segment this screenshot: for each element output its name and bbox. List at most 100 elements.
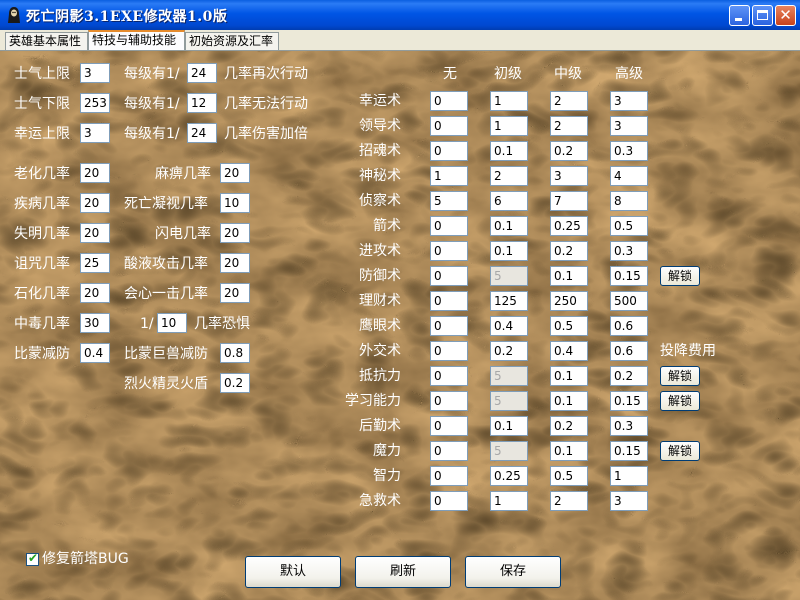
- close-button[interactable]: ✕: [775, 5, 796, 26]
- acid-input[interactable]: 20: [220, 253, 250, 273]
- no-action-input[interactable]: 12: [187, 93, 217, 113]
- skill-value-input[interactable]: 1: [490, 116, 528, 136]
- skill-value-input[interactable]: 0: [430, 266, 468, 286]
- death-stare-input[interactable]: 10: [220, 193, 250, 213]
- skill-value-input[interactable]: 0.4: [490, 316, 528, 336]
- save-button[interactable]: 保存: [465, 556, 561, 588]
- skill-value-input[interactable]: 500: [610, 291, 648, 311]
- skill-value-input[interactable]: 0: [430, 341, 468, 361]
- skill-value-input[interactable]: 0.1: [490, 416, 528, 436]
- firebird-shield-input[interactable]: 0.2: [220, 373, 250, 393]
- skill-value-input[interactable]: 0.5: [550, 466, 588, 486]
- unlock-button[interactable]: 解锁: [660, 366, 700, 386]
- skill-value-input[interactable]: 2: [550, 116, 588, 136]
- fix-bug-checkbox[interactable]: ✔: [26, 551, 39, 566]
- morale-max-input[interactable]: 3: [80, 63, 110, 83]
- skill-value-input[interactable]: 8: [610, 191, 648, 211]
- skill-value-input[interactable]: 7: [550, 191, 588, 211]
- luck-max-input[interactable]: 3: [80, 123, 110, 143]
- skill-value-input[interactable]: 0: [430, 291, 468, 311]
- skill-value-input[interactable]: 0.1: [550, 366, 588, 386]
- skill-value-input[interactable]: 0.15: [610, 391, 648, 411]
- skill-value-input[interactable]: 0.25: [490, 466, 528, 486]
- skill-value-input[interactable]: 4: [610, 166, 648, 186]
- skill-value-input[interactable]: 0: [430, 116, 468, 136]
- skill-value-input[interactable]: 0: [430, 441, 468, 461]
- skill-value-input[interactable]: 0.4: [550, 341, 588, 361]
- morale-min-input[interactable]: 253: [80, 93, 110, 113]
- skill-value-input[interactable]: 0.15: [610, 441, 648, 461]
- fear-input[interactable]: 10: [157, 313, 187, 333]
- unlock-button[interactable]: 解锁: [660, 391, 700, 411]
- behemoth-def-input[interactable]: 0.4: [80, 343, 110, 363]
- ancient-behemoth-def-input[interactable]: 0.8: [220, 343, 250, 363]
- poison-input[interactable]: 30: [80, 313, 110, 333]
- aging-input[interactable]: 20: [80, 163, 110, 183]
- skill-value-input[interactable]: 3: [610, 116, 648, 136]
- skill-value-input[interactable]: 3: [610, 91, 648, 111]
- skill-value-input[interactable]: 0.25: [550, 216, 588, 236]
- skill-value-input[interactable]: 0: [430, 91, 468, 111]
- skill-value-input[interactable]: 0: [430, 316, 468, 336]
- skill-value-input[interactable]: 0.1: [490, 241, 528, 261]
- paralyze-input[interactable]: 20: [220, 163, 250, 183]
- skill-value-input[interactable]: 0.15: [610, 266, 648, 286]
- skill-value-input[interactable]: 0: [430, 366, 468, 386]
- skill-value-input[interactable]: 3: [550, 166, 588, 186]
- double-damage-input[interactable]: 24: [187, 123, 217, 143]
- skill-value-input[interactable]: 0: [430, 491, 468, 511]
- skill-value-input[interactable]: 0.3: [610, 141, 648, 161]
- tab-skills[interactable]: 特技与辅助技能: [88, 30, 185, 50]
- skill-value-input[interactable]: 0.2: [610, 366, 648, 386]
- unlock-button[interactable]: 解锁: [660, 441, 700, 461]
- skill-value-input[interactable]: 0.1: [550, 391, 588, 411]
- skill-value-input[interactable]: 1: [490, 491, 528, 511]
- petrify-input[interactable]: 20: [80, 283, 110, 303]
- lightning-input[interactable]: 20: [220, 223, 250, 243]
- skill-value-input[interactable]: 2: [490, 166, 528, 186]
- skill-value-input[interactable]: 0.6: [610, 316, 648, 336]
- default-button[interactable]: 默认: [245, 556, 341, 588]
- skill-value-input[interactable]: 0: [430, 216, 468, 236]
- skill-value-input[interactable]: 0.3: [610, 416, 648, 436]
- skill-value-input[interactable]: 0.5: [550, 316, 588, 336]
- tab-hero-attributes[interactable]: 英雄基本属性: [5, 32, 88, 50]
- skill-value-input[interactable]: 2: [550, 91, 588, 111]
- blind-input[interactable]: 20: [80, 223, 110, 243]
- skill-value-input[interactable]: 0.5: [610, 216, 648, 236]
- skill-value-input[interactable]: 3: [610, 491, 648, 511]
- skill-value-input[interactable]: 0: [430, 391, 468, 411]
- skill-value-input[interactable]: 0.1: [490, 216, 528, 236]
- skill-value-input[interactable]: 0.2: [490, 341, 528, 361]
- skill-value-input[interactable]: 0: [430, 141, 468, 161]
- skill-value-input[interactable]: 125: [490, 291, 528, 311]
- skill-value-input[interactable]: 0.1: [550, 266, 588, 286]
- critical-input[interactable]: 20: [220, 283, 250, 303]
- skill-value-input[interactable]: 0.1: [550, 441, 588, 461]
- disease-input[interactable]: 20: [80, 193, 110, 213]
- skill-value-input[interactable]: 0: [430, 466, 468, 486]
- extra-action-input[interactable]: 24: [187, 63, 217, 83]
- title-bar[interactable]: 死亡阴影3.1EXE修改器1.0版 ✕: [0, 0, 800, 30]
- skill-value-input[interactable]: 0.3: [610, 241, 648, 261]
- skill-value-input[interactable]: 0.2: [550, 241, 588, 261]
- skill-value-input[interactable]: 6: [490, 191, 528, 211]
- skill-value-input[interactable]: 1: [430, 166, 468, 186]
- skill-value-input[interactable]: 0.1: [490, 141, 528, 161]
- skill-value-input[interactable]: 0: [430, 416, 468, 436]
- unlock-button[interactable]: 解锁: [660, 266, 700, 286]
- curse-input[interactable]: 25: [80, 253, 110, 273]
- skill-value-input[interactable]: 5: [430, 191, 468, 211]
- skill-value-input[interactable]: 0: [430, 241, 468, 261]
- maximize-button[interactable]: [752, 5, 773, 26]
- refresh-button[interactable]: 刷新: [355, 556, 451, 588]
- skill-value-input[interactable]: 1: [610, 466, 648, 486]
- skill-value-input[interactable]: 0.2: [550, 416, 588, 436]
- skill-value-input[interactable]: 2: [550, 491, 588, 511]
- tab-resources[interactable]: 初始资源及汇率: [185, 32, 279, 50]
- skill-value-input[interactable]: 250: [550, 291, 588, 311]
- skill-value-input[interactable]: 1: [490, 91, 528, 111]
- minimize-button[interactable]: [729, 5, 750, 26]
- skill-value-input[interactable]: 0.6: [610, 341, 648, 361]
- skill-value-input[interactable]: 0.2: [550, 141, 588, 161]
